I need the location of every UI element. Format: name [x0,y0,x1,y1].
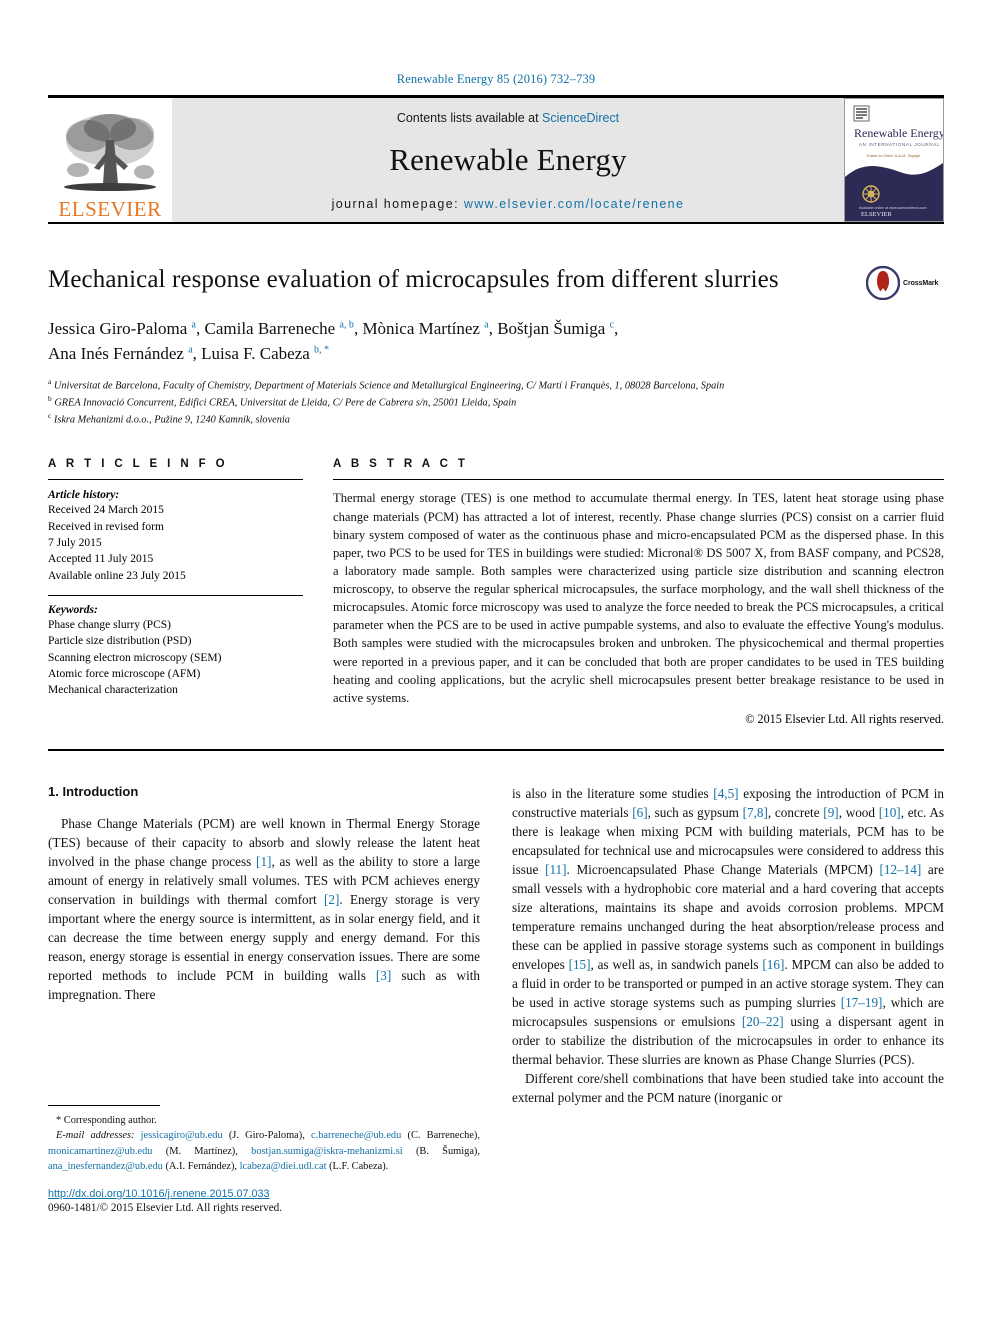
keyword-item: Phase change slurry (PCS) [48,619,171,632]
abstract-copyright: © 2015 Elsevier Ltd. All rights reserved… [745,711,944,726]
crossmark-icon [866,266,900,300]
history-online: Available online 23 July 2015 [48,569,186,582]
history-revised-date: 7 July 2015 [48,537,102,550]
svg-text:Renewable Energy: Renewable Energy [854,126,943,140]
journal-cover-thumbnail: Renewable Energy AN INTERNATIONAL JOURNA… [844,98,944,222]
intro-paragraph-right: is also in the literature some studies [… [512,785,945,1067]
title-block: Mechanical response evaluation of microc… [48,264,944,300]
page-title: Mechanical response evaluation of microc… [48,266,779,293]
contents-available-line: Contents lists available at ScienceDirec… [397,111,619,125]
elsevier-wordmark: ELSEVIER [58,197,162,221]
history-revised-label: Received in revised form [48,520,164,533]
running-head: Renewable Energy 85 (2016) 732–739 [396,72,596,86]
intro-paragraph-right-2: Different core/shell combinations that h… [512,1070,944,1105]
svg-text:Editor-in-Chief: A.A.M. Sayigh: Editor-in-Chief: A.A.M. Sayigh [867,153,920,158]
article-info-heading: A R T I C L E I N F O [48,458,229,471]
svg-text:AN INTERNATIONAL JOURNAL: AN INTERNATIONAL JOURNAL [859,142,940,147]
intro-paragraph-left: Phase Change Materials (PCM) are well kn… [48,815,481,1002]
doi-link[interactable]: http://dx.doi.org/10.1016/j.renene.2015.… [48,1188,480,1200]
corresponding-author-note: * Corresponding author. [56,1115,157,1127]
affiliation-list: a Universitat de Barcelona, Faculty of C… [48,377,944,428]
article-history-label: Article history: [48,489,120,502]
svg-text:Available online at www.scienc: Available online at www.sciencedirect.co… [859,206,926,210]
homepage-prefix: journal homepage: [331,196,464,211]
journal-homepage-line: journal homepage: www.elsevier.com/locat… [332,197,685,211]
journal-masthead: ELSEVIER Contents lists available at Sci… [48,95,944,222]
history-received: Received 24 March 2015 [48,504,164,517]
journal-title: Renewable Energy [389,141,627,177]
keyword-item: Atomic force microscope (AFM) [48,668,201,680]
journal-homepage-link[interactable]: www.elsevier.com/locate/renene [464,197,685,211]
keywords-label: Keywords: [48,604,98,617]
abstract-column: A B S T R A C T Thermal energy storage (… [333,458,944,727]
author-line-2: Ana Inés Fernández a, Luisa F. Cabeza b,… [48,343,330,363]
keyword-item: Scanning electron microscopy (SEM) [48,651,222,664]
abstract-bottom-rule [48,748,944,751]
abstract-text: Thermal energy storage (TES) is one meth… [333,491,944,705]
paper-page: Renewable Energy 85 (2016) 732–739 ELSEV… [0,0,992,1323]
crossmark-badge[interactable]: CrossMark [866,264,944,300]
abstract-heading: A B S T R A C T [333,458,469,471]
affiliation-b: b GREA Innovació Concurrent, Edifici CRE… [48,394,517,409]
author-list: Jessica Giro-Paloma a, Camila Barreneche… [48,317,944,366]
keyword-item: Mechanical characterization [48,684,178,697]
keyword-item: Particle size distribution (PSD) [48,635,192,648]
article-info-column: A R T I C L E I N F O Article history: R… [48,458,303,727]
author-line-1: Jessica Giro-Paloma a, Camila Barreneche… [48,319,619,338]
journal-band: Contents lists available at ScienceDirec… [172,98,844,222]
issn-copyright: 0960-1481/© 2015 Elsevier Ltd. All right… [48,1201,283,1214]
body-column-right: is also in the literature some studies [… [512,784,944,1214]
contents-prefix: Contents lists available at [396,110,543,125]
sciencedirect-link[interactable]: ScienceDirect [542,111,619,125]
divider [333,479,944,481]
svg-text:ELSEVIER: ELSEVIER [861,211,892,218]
footnote-block: * Corresponding author. E-mail addresses… [48,1105,480,1214]
crossmark-label: CrossMark [903,279,939,287]
elsevier-logo: ELSEVIER [48,98,172,222]
masthead-bottom-rule [48,222,944,224]
section-heading-introduction: 1. Introduction [48,783,139,799]
cover-art: Renewable Energy AN INTERNATIONAL JOURNA… [845,99,943,221]
divider [48,595,303,597]
affiliation-a: a Universitat de Barcelona, Faculty of C… [48,377,725,392]
body-columns: 1. Introduction Phase Change Materials (… [48,784,944,1214]
info-abstract-section: A R T I C L E I N F O Article history: R… [48,458,944,727]
email-addresses: E-mail addresses: jessicagiro@ub.edu (J.… [48,1130,480,1172]
divider [48,479,303,481]
affiliation-c: c Iskra Mehanizmi d.o.o., Pužine 9, 1240… [48,411,290,426]
elsevier-tree-icon [64,114,156,191]
body-column-left: 1. Introduction Phase Change Materials (… [48,784,480,1214]
history-accepted: Accepted 11 July 2015 [48,553,154,566]
footnote-divider [48,1105,160,1107]
